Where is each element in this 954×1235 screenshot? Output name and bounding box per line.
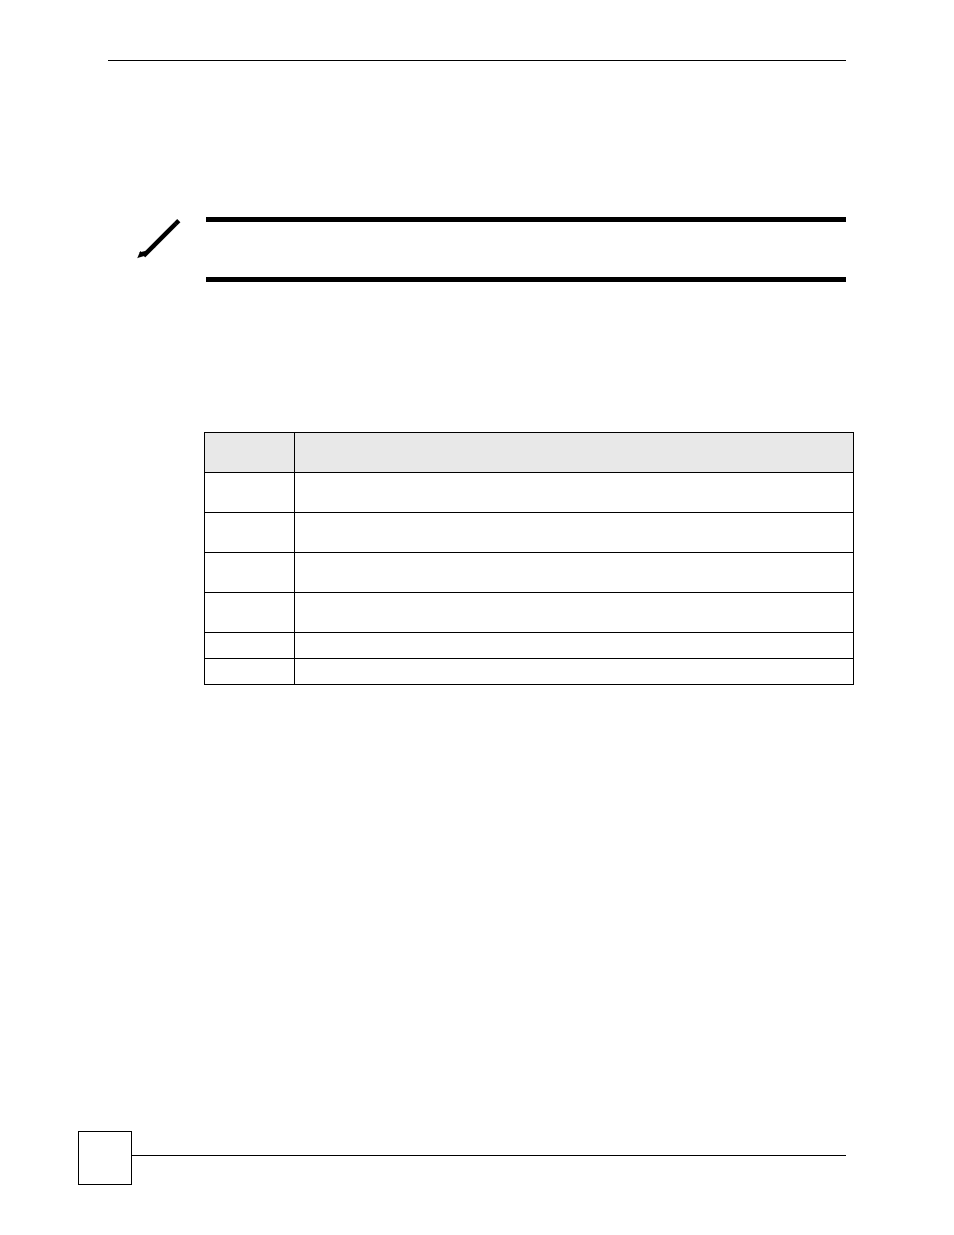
- note-rule-bottom: [206, 277, 846, 282]
- footer-rule: [132, 1155, 846, 1156]
- table-cell: [295, 633, 854, 659]
- handwriting-icon: [134, 217, 182, 261]
- table-cell: [205, 659, 295, 685]
- table-row: [205, 659, 854, 685]
- table-header-cell: [205, 433, 295, 473]
- table-container: [204, 432, 854, 685]
- table-cell: [295, 659, 854, 685]
- header-rule: [108, 60, 846, 61]
- table-cell: [295, 593, 854, 633]
- table-row: [205, 513, 854, 553]
- table-cell: [205, 633, 295, 659]
- table-header-cell: [295, 433, 854, 473]
- table-cell: [205, 473, 295, 513]
- table-cell: [295, 473, 854, 513]
- table-cell: [205, 553, 295, 593]
- note-text: [206, 222, 846, 277]
- table-cell: [205, 593, 295, 633]
- note-block: [134, 217, 846, 282]
- table-row: [205, 593, 854, 633]
- table-row: [205, 473, 854, 513]
- page: [0, 0, 954, 1235]
- table-cell: [205, 513, 295, 553]
- table-cell: [295, 513, 854, 553]
- page-number-box: [78, 1131, 132, 1185]
- data-table: [204, 432, 854, 685]
- table-cell: [295, 553, 854, 593]
- note-rules: [206, 217, 846, 282]
- table-header-row: [205, 433, 854, 473]
- table-row: [205, 553, 854, 593]
- table-row: [205, 633, 854, 659]
- footer: [0, 1127, 954, 1187]
